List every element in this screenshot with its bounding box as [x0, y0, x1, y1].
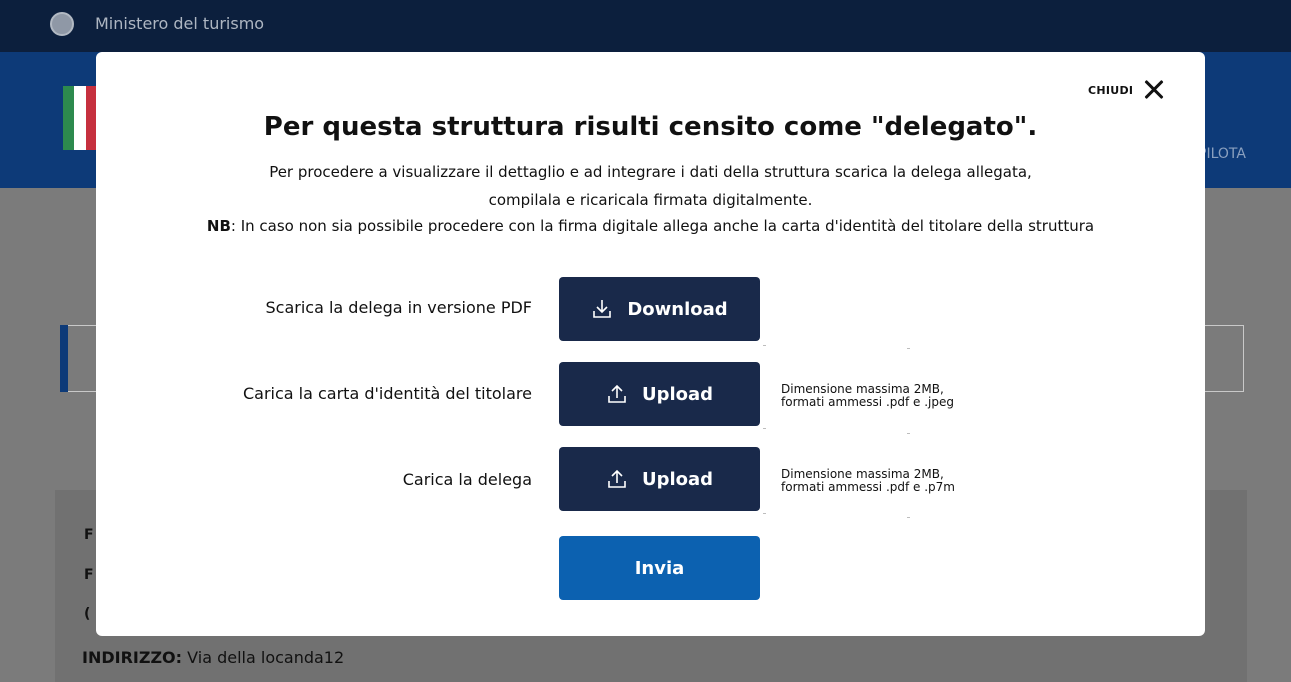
- detail-row-fragment: F: [84, 567, 94, 583]
- modal-description-line: Per procedere a visualizzare il dettagli…: [269, 163, 1032, 181]
- download-row-label: Scarica la delega in versione PDF: [265, 298, 532, 317]
- address-label: INDIRIZZO:: [82, 648, 183, 667]
- card-accent-bar: [60, 325, 68, 392]
- nb-text: : In caso non sia possibile procedere co…: [230, 217, 1095, 235]
- republic-emblem-icon: [50, 12, 74, 36]
- id-upload-row-label: Carica la carta d'identità del titolare: [242, 384, 532, 403]
- italian-flag-logo: [63, 86, 97, 150]
- address-row: INDIRIZZO: Via della locanda12: [82, 648, 344, 667]
- separator-dot: [763, 428, 766, 429]
- detail-row-fragment: (: [84, 606, 91, 622]
- ministry-name: Ministero del turismo: [95, 14, 265, 33]
- nb-label: NB: [206, 217, 231, 235]
- upload-id-button-label: Upload: [641, 383, 714, 405]
- separator-dot: [763, 345, 766, 346]
- download-icon: [593, 300, 612, 318]
- hint-line: formati ammessi .pdf e .p7m: [781, 480, 955, 494]
- submit-button[interactable]: Invia: [559, 536, 760, 600]
- modal-title: Per questa struttura risulti censito com…: [263, 112, 1038, 142]
- top-bar: Ministero del turismo: [0, 0, 1291, 52]
- upload-id-button[interactable]: Upload: [559, 362, 760, 426]
- separator-dot: [907, 348, 910, 349]
- close-icon[interactable]: [1143, 79, 1165, 101]
- separator-dot: [763, 513, 766, 514]
- upload-delega-button[interactable]: Upload: [559, 447, 760, 511]
- nav-item-fragment[interactable]: PILOTA: [1198, 146, 1246, 162]
- upload-icon: [608, 469, 626, 488]
- delega-upload-row-label: Carica la delega: [402, 470, 532, 489]
- modal-nb-note: NB: In caso non sia possibile procedere …: [96, 217, 1205, 235]
- upload-delega-button-label: Upload: [641, 468, 714, 490]
- submit-button-label: Invia: [634, 557, 685, 579]
- modal-description-line: compilala e ricaricala firmata digitalme…: [488, 191, 813, 209]
- detail-row-fragment: F: [84, 527, 94, 543]
- id-upload-hint: Dimensione massima 2MB, formati ammessi …: [781, 383, 954, 409]
- separator-dot: [907, 517, 910, 518]
- separator-dot: [907, 433, 910, 434]
- download-button-label: Download: [627, 298, 728, 320]
- close-label: CHIUDI: [1088, 83, 1134, 97]
- address-value: Via della locanda12: [187, 648, 345, 667]
- upload-icon: [608, 384, 626, 403]
- delega-upload-hint: Dimensione massima 2MB, formati ammessi …: [781, 468, 955, 494]
- download-button[interactable]: Download: [559, 277, 760, 341]
- close-button[interactable]: CHIUDI: [1088, 79, 1165, 101]
- hint-line: formati ammessi .pdf e .jpeg: [781, 395, 955, 409]
